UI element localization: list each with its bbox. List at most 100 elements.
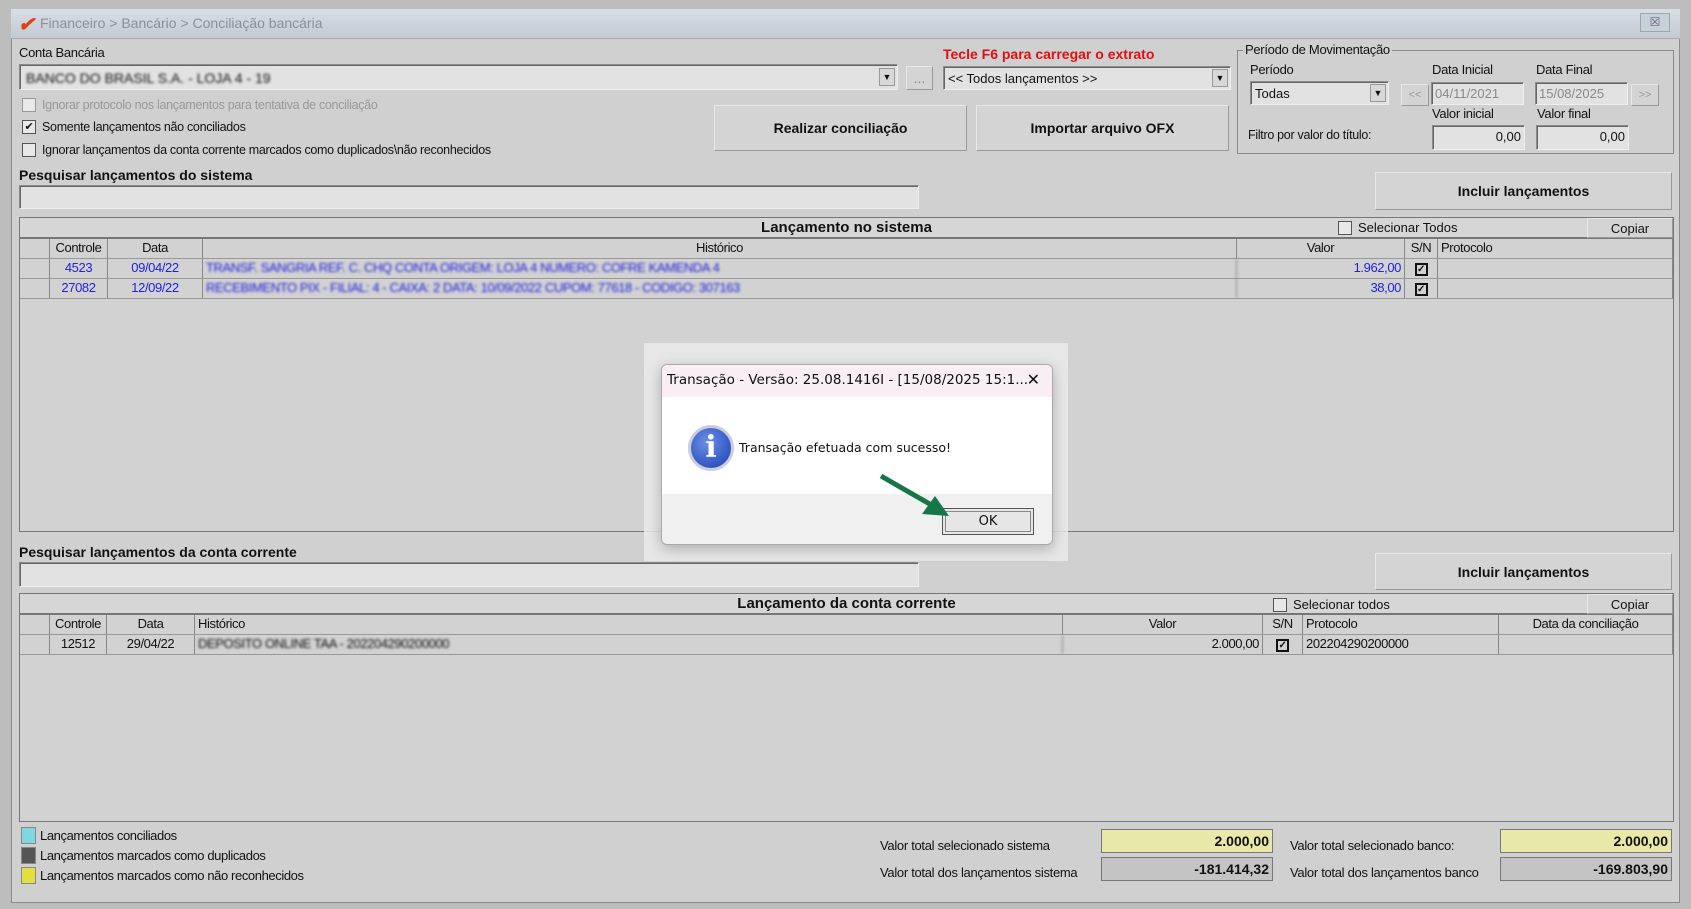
- swatch-duplicados: [21, 847, 36, 864]
- cell-historico: TRANSF. SANGRIA REF. C. CHQ CONTA ORIGEM…: [203, 259, 1237, 278]
- cell-protocolo: [1438, 259, 1673, 278]
- cell-historico: RECEBIMENTO PIX - FILIAL: 4 - CAIXA: 2 D…: [203, 279, 1237, 298]
- cell-controle: 27082: [50, 279, 108, 298]
- periodo-value: Todas: [1255, 86, 1290, 101]
- header-row: Controle Data Histórico Valor S/N Protocolo Da…: [20, 615, 1673, 635]
- data-inicial-label: Data Inicial: [1432, 62, 1493, 77]
- valor-inicial-input[interactable]: 0,00: [1432, 125, 1525, 150]
- copiar-conta-button[interactable]: Copiar: [1587, 594, 1673, 614]
- col-data-conciliacao[interactable]: Data da conciliação: [1499, 615, 1673, 634]
- col-data[interactable]: Data: [108, 239, 203, 258]
- incluir-conta-button[interactable]: Incluir lançamentos: [1375, 553, 1672, 590]
- checkbox[interactable]: [1273, 597, 1287, 612]
- sel-banco-value: 2.000,00: [1500, 829, 1672, 853]
- realizar-conciliacao-button[interactable]: Realizar conciliação: [714, 105, 967, 151]
- data-final-label: Data Final: [1536, 62, 1593, 77]
- tot-sistema-label: Valor total dos lançamentos sistema: [880, 865, 1078, 880]
- window-close-button[interactable]: ☒: [1640, 13, 1670, 32]
- legend-item: Lançamentos marcados como não reconhecid…: [21, 867, 304, 884]
- cell-valor: 38,00: [1237, 279, 1405, 298]
- pesquisar-sistema-input[interactable]: [19, 185, 919, 209]
- pesquisar-sistema-label: Pesquisar lançamentos do sistema: [19, 167, 253, 183]
- data-final-input[interactable]: 15/08/2025: [1535, 82, 1628, 105]
- extrato-value: << Todos lançamentos >>: [948, 71, 1098, 86]
- col-controle[interactable]: Controle: [50, 615, 107, 634]
- f6-hint: Tecle F6 para carregar o extrato: [943, 46, 1155, 62]
- header-row: Controle Data Histórico Valor S/N Protocolo: [20, 239, 1673, 259]
- col-controle[interactable]: Controle: [50, 239, 108, 258]
- cell-valor: 2.000,00: [1063, 635, 1263, 654]
- col-historico[interactable]: Histórico: [203, 239, 1237, 258]
- check-somente-nao-conciliados[interactable]: ✔ Somente lançamentos não conciliados: [22, 120, 246, 134]
- cell-data: 09/04/22: [108, 259, 203, 278]
- col-sn[interactable]: S/N: [1405, 239, 1438, 258]
- pesquisar-conta-label: Pesquisar lançamentos da conta corrente: [19, 544, 297, 560]
- tot-sistema-value: -181.414,32: [1101, 857, 1273, 881]
- legend-label: Lançamentos marcados como duplicados: [40, 848, 266, 863]
- check-ignorar-protocolo[interactable]: Ignorar protocolo nos lançamentos para t…: [22, 98, 378, 112]
- chevron-down-icon[interactable]: ▼: [1212, 69, 1228, 87]
- prev-period-button[interactable]: <<: [1401, 84, 1429, 106]
- table-row[interactable]: 27082 12/09/22 RECEBIMENTO PIX - FILIAL: 4…: [20, 279, 1673, 299]
- cell-data: 29/04/22: [107, 635, 195, 654]
- swatch-conciliados: [21, 827, 36, 844]
- next-period-button[interactable]: >>: [1631, 84, 1659, 106]
- table-row[interactable]: 12512 29/04/22 DEPOSITO ONLINE TAA - 20220…: [20, 635, 1673, 655]
- sn-checkbox[interactable]: ✓: [1414, 263, 1428, 276]
- sel-banco-label: Valor total selecionado banco:: [1290, 838, 1455, 853]
- table-row[interactable]: 4523 09/04/22 TRANSF. SANGRIA REF. C. CHQ …: [20, 259, 1673, 279]
- message-dialog: Transação - Versão: 25.08.1416I - [15/08…: [661, 364, 1053, 545]
- col-protocolo[interactable]: Protocolo: [1438, 239, 1673, 258]
- cell-controle: 12512: [50, 635, 107, 654]
- sn-checkbox[interactable]: ✓: [1276, 639, 1289, 652]
- cell-data-conciliacao: [1499, 635, 1673, 654]
- copiar-sistema-button[interactable]: Copiar: [1587, 218, 1673, 238]
- col-protocolo[interactable]: Protocolo: [1303, 615, 1499, 634]
- dialog-close-icon[interactable]: ✕: [1027, 370, 1040, 389]
- select-all-conta[interactable]: Selecionar todos: [1273, 597, 1390, 612]
- valor-final-label: Valor final: [1537, 106, 1591, 121]
- checkbox[interactable]: [22, 143, 36, 157]
- legend-item: Lançamentos conciliados: [21, 827, 304, 844]
- legend: Lançamentos conciliados Lançamentos marc…: [21, 827, 304, 884]
- chevron-down-icon[interactable]: ▼: [879, 68, 895, 86]
- tot-banco-value: -169.803,90: [1500, 857, 1672, 881]
- dialog-title: Transação - Versão: 25.08.1416I - [15/08…: [667, 372, 1029, 388]
- cell-protocolo: [1438, 279, 1673, 298]
- sn-checkbox[interactable]: ✓: [1414, 283, 1428, 296]
- conta-grid: Lançamento da conta corrente Selecionar …: [19, 593, 1674, 822]
- check-ignorar-duplicados[interactable]: Ignorar lançamentos da conta corrente ma…: [22, 143, 491, 157]
- check-label: Ignorar protocolo nos lançamentos para t…: [42, 98, 378, 112]
- col-historico[interactable]: Histórico: [195, 615, 1063, 634]
- check-label: Somente lançamentos não conciliados: [42, 120, 246, 134]
- valor-final-input[interactable]: 0,00: [1536, 125, 1629, 150]
- incluir-sistema-button[interactable]: Incluir lançamentos: [1375, 172, 1672, 210]
- cell-protocolo: 202204290200000: [1303, 635, 1499, 654]
- sel-sistema-value: 2.000,00: [1101, 829, 1273, 853]
- importar-ofx-button[interactable]: Importar arquivo OFX: [976, 105, 1229, 151]
- col-data[interactable]: Data: [107, 615, 195, 634]
- conta-bancaria-select[interactable]: BANCO DO BRASIL S.A. - LOJA 4 - 19 ▼: [19, 64, 898, 90]
- checkbox-checked[interactable]: ✔: [22, 120, 36, 134]
- filtro-label: Filtro por valor do título:: [1248, 128, 1372, 142]
- ellipsis-button[interactable]: ...: [906, 66, 933, 90]
- col-valor[interactable]: Valor: [1237, 239, 1405, 258]
- checkbox[interactable]: [1338, 220, 1352, 235]
- periodo-select[interactable]: Todas ▼: [1250, 81, 1389, 105]
- data-inicial-input[interactable]: 04/11/2021: [1431, 82, 1524, 105]
- sel-sistema-label: Valor total selecionado sistema: [880, 838, 1050, 853]
- cell-data: 12/09/22: [108, 279, 203, 298]
- select-all-sistema[interactable]: Selecionar Todos: [1338, 220, 1458, 235]
- pesquisar-conta-input[interactable]: [19, 562, 919, 587]
- col-sn[interactable]: S/N: [1263, 615, 1303, 634]
- extrato-select[interactable]: << Todos lançamentos >> ▼: [943, 66, 1231, 90]
- checkbox[interactable]: [22, 98, 36, 112]
- dialog-title-bar: Transação - Versão: 25.08.1416I - [15/08…: [662, 365, 1052, 397]
- grid-title: Lançamento da conta corrente: [737, 595, 956, 612]
- select-all-label: Selecionar Todos: [1358, 220, 1458, 235]
- chevron-down-icon[interactable]: ▼: [1370, 84, 1386, 102]
- col-valor[interactable]: Valor: [1063, 615, 1263, 634]
- conta-label: Conta Bancária: [19, 45, 105, 60]
- cell-historico: DEPOSITO ONLINE TAA - 202204290200000: [195, 635, 1063, 654]
- select-all-label: Selecionar todos: [1293, 597, 1390, 612]
